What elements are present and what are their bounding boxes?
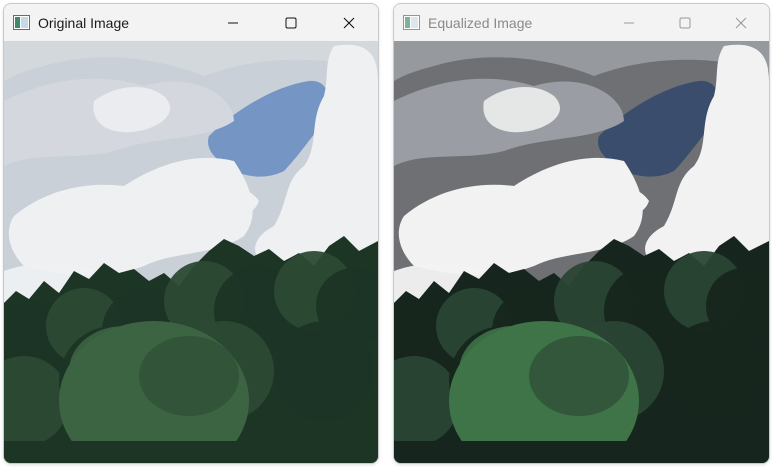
minimize-icon bbox=[624, 22, 634, 23]
minimize-button[interactable] bbox=[601, 4, 657, 41]
window-title: Original Image bbox=[38, 14, 130, 31]
image-canvas bbox=[394, 41, 769, 463]
title-bar[interactable]: Original Image bbox=[4, 4, 378, 41]
image-canvas bbox=[4, 41, 378, 463]
window-controls bbox=[601, 4, 769, 41]
original-image bbox=[4, 41, 378, 463]
maximize-icon bbox=[285, 17, 297, 28]
close-button[interactable] bbox=[713, 4, 769, 41]
close-button[interactable] bbox=[320, 4, 378, 41]
minimize-button[interactable] bbox=[204, 4, 262, 41]
maximize-button[interactable] bbox=[262, 4, 320, 41]
equalized-image-window[interactable]: Equalized Image bbox=[393, 3, 770, 464]
maximize-button[interactable] bbox=[657, 4, 713, 41]
close-icon bbox=[735, 17, 747, 28]
title-bar[interactable]: Equalized Image bbox=[394, 4, 769, 41]
window-title: Equalized Image bbox=[428, 14, 533, 31]
original-image-window[interactable]: Original Image bbox=[3, 3, 379, 464]
maximize-icon bbox=[679, 17, 691, 28]
window-controls bbox=[204, 4, 378, 41]
image-window-icon bbox=[403, 15, 420, 30]
close-icon bbox=[343, 17, 355, 28]
image-window-icon bbox=[13, 15, 30, 30]
equalized-image bbox=[394, 41, 769, 463]
minimize-icon bbox=[228, 22, 238, 23]
desktop: Original Image Equalized Image bbox=[0, 0, 777, 467]
